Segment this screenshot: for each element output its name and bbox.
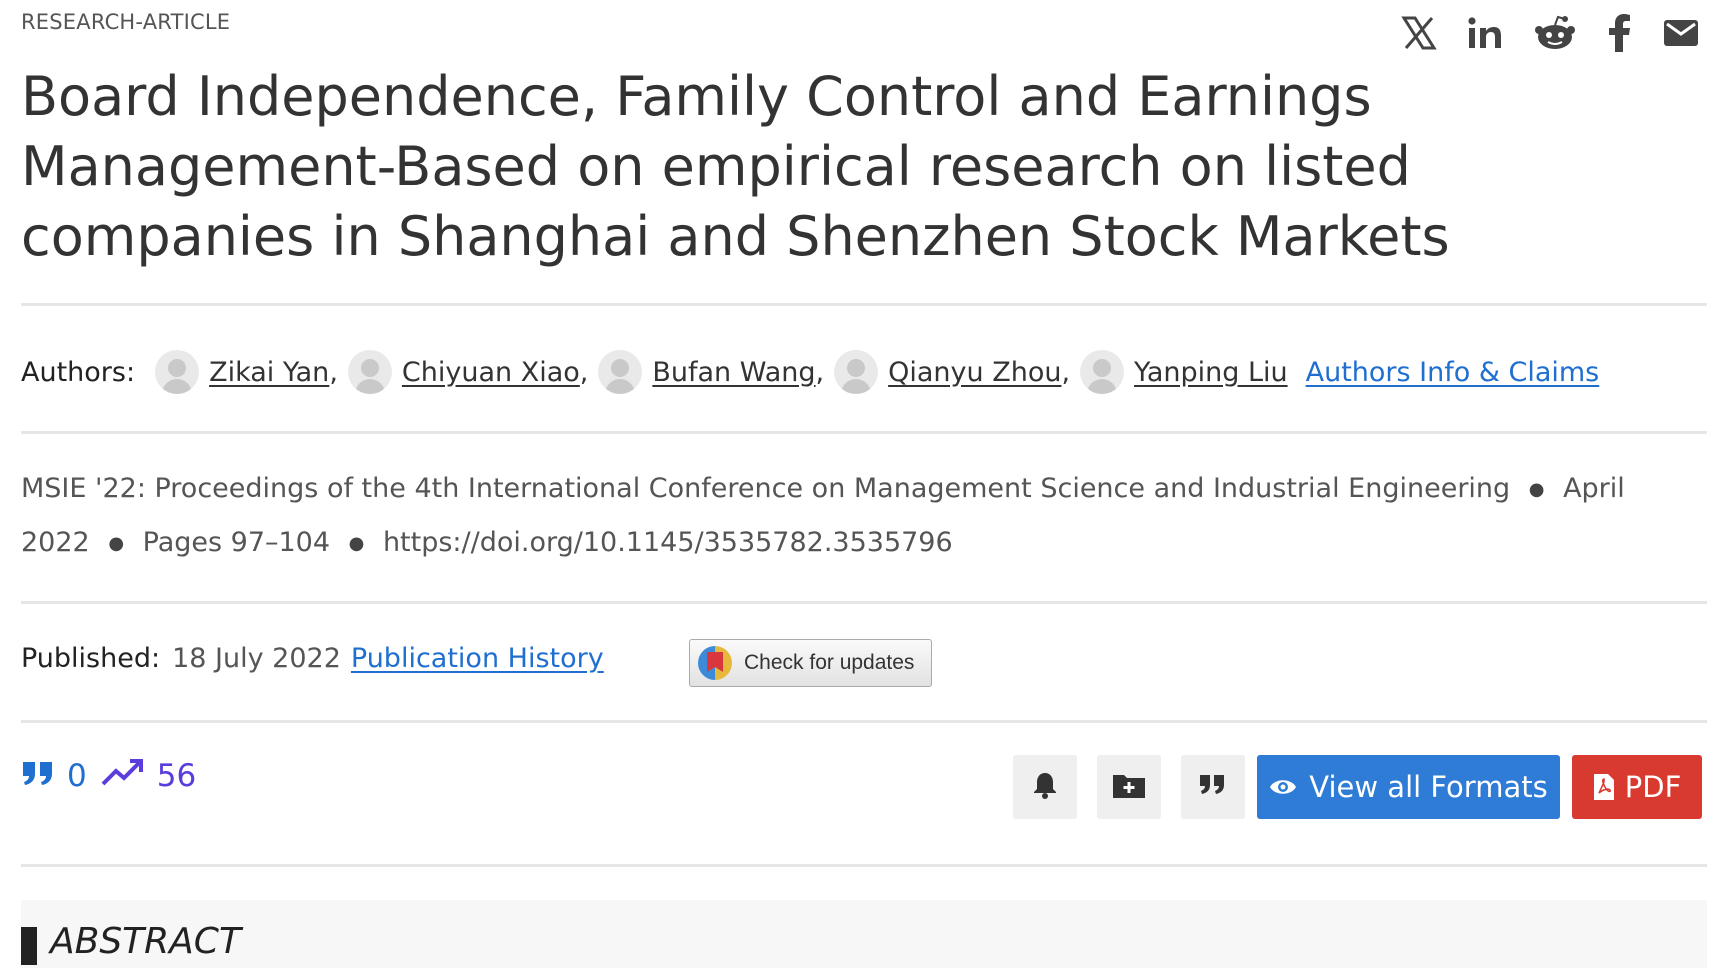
authors-info-link[interactable]: Authors Info & Claims bbox=[1306, 357, 1600, 388]
article-title: Board Independence, Family Control and E… bbox=[21, 65, 1450, 268]
pdf-label: PDF bbox=[1624, 770, 1682, 804]
separator-dot: ● bbox=[348, 533, 365, 554]
email-icon[interactable] bbox=[1663, 18, 1699, 48]
author-link[interactable]: Qianyu Zhou bbox=[888, 357, 1061, 388]
avatar bbox=[1080, 350, 1125, 394]
author-item: Zikai Yan, bbox=[155, 350, 338, 394]
citation-count[interactable]: 0 bbox=[67, 758, 87, 794]
crossmark-icon bbox=[698, 646, 732, 680]
author-link[interactable]: Chiyuan Xiao bbox=[402, 357, 580, 388]
avatar bbox=[347, 350, 392, 394]
avatar bbox=[598, 350, 643, 394]
bell-icon bbox=[1032, 771, 1058, 803]
divider bbox=[21, 864, 1707, 867]
facebook-icon[interactable] bbox=[1607, 14, 1633, 52]
authors-list: Authors: Zikai Yan, Chiyuan Xiao, Bufan … bbox=[21, 345, 1599, 399]
article-actions: View all Formats PDF bbox=[993, 755, 1702, 819]
author-item: Bufan Wang, bbox=[598, 350, 824, 394]
separator-dot: ● bbox=[1528, 479, 1545, 500]
published-row: Published: 18 July 2022 Publication Hist… bbox=[21, 643, 604, 674]
separator-dot: ● bbox=[108, 533, 125, 554]
eye-icon bbox=[1269, 777, 1297, 797]
share-bar bbox=[1401, 14, 1699, 52]
avatar bbox=[834, 350, 879, 394]
author-item: Qianyu Zhou, bbox=[834, 350, 1070, 394]
article-type-label: RESEARCH-ARTICLE bbox=[21, 10, 231, 34]
check-for-updates-button[interactable]: Check for updates bbox=[689, 639, 932, 687]
pdf-button[interactable]: PDF bbox=[1572, 755, 1702, 819]
page-range: Pages 97–104 bbox=[142, 527, 331, 558]
author-link[interactable]: Bufan Wang bbox=[652, 357, 815, 388]
divider bbox=[21, 431, 1707, 434]
export-citation-button[interactable] bbox=[1181, 755, 1245, 819]
view-all-formats-button[interactable]: View all Formats bbox=[1257, 755, 1560, 819]
authors-label: Authors: bbox=[21, 356, 136, 388]
publication-history-link[interactable]: Publication History bbox=[351, 643, 604, 674]
abstract-heading: ABSTRACT bbox=[50, 921, 241, 962]
trending-up-icon[interactable] bbox=[101, 757, 145, 795]
avatar bbox=[155, 350, 200, 394]
alert-button[interactable] bbox=[1013, 755, 1077, 819]
published-date: 18 July 2022 bbox=[172, 643, 341, 674]
author-link[interactable]: Yanping Liu bbox=[1134, 357, 1288, 388]
publication-meta: MSIE '22: Proceedings of the 4th Interna… bbox=[21, 462, 1701, 570]
abstract-marker bbox=[21, 927, 37, 965]
view-all-formats-label: View all Formats bbox=[1309, 770, 1548, 804]
author-item: Chiyuan Xiao, bbox=[347, 350, 588, 394]
pdf-file-icon bbox=[1593, 773, 1615, 801]
check-for-updates-label: Check for updates bbox=[744, 651, 915, 674]
published-label: Published: bbox=[21, 643, 161, 674]
proceedings-name[interactable]: MSIE '22: Proceedings of the 4th Interna… bbox=[21, 473, 1510, 504]
author-item: Yanping Liu bbox=[1080, 350, 1288, 394]
author-link[interactable]: Zikai Yan bbox=[209, 357, 329, 388]
divider bbox=[21, 720, 1707, 723]
doi-link[interactable]: https://doi.org/10.1145/3535782.3535796 bbox=[383, 527, 953, 558]
divider bbox=[21, 601, 1707, 604]
add-to-binder-button[interactable] bbox=[1097, 755, 1161, 819]
citation-quote-icon[interactable] bbox=[21, 758, 55, 794]
reddit-icon[interactable] bbox=[1533, 15, 1577, 51]
divider bbox=[21, 303, 1707, 306]
abstract-section bbox=[21, 900, 1707, 968]
article-metrics: 0 56 bbox=[21, 757, 210, 795]
quote-icon bbox=[1199, 773, 1227, 801]
x-twitter-icon[interactable] bbox=[1401, 16, 1437, 50]
download-count[interactable]: 56 bbox=[157, 758, 196, 794]
folder-plus-icon bbox=[1112, 771, 1146, 803]
linkedin-icon[interactable] bbox=[1467, 16, 1503, 50]
